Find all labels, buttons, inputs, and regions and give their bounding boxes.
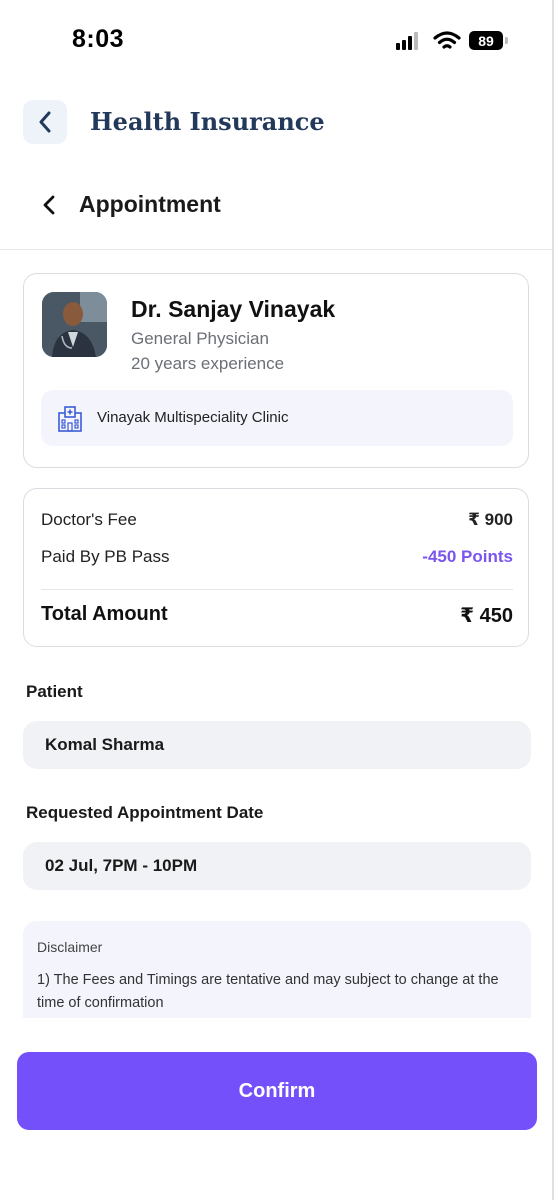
sub-header: Appointment (0, 186, 554, 226)
appointment-back-icon[interactable] (40, 194, 60, 216)
disclaimer-title: Disclaimer (37, 939, 103, 955)
header-back-button[interactable] (23, 100, 67, 144)
pb-pass-points: -450 Points (422, 547, 513, 566)
disclaimer-box: Disclaimer 1) The Fees and Timings are t… (23, 921, 531, 1018)
doctor-card: Dr. Sanjay Vinayak General Physician 20 … (23, 273, 529, 468)
header-divider (0, 249, 554, 250)
doctor-fee-value: ₹ 900 (468, 510, 513, 529)
doctor-name: Dr. Sanjay Vinayak (131, 296, 336, 322)
section-title: Appointment (79, 191, 221, 217)
wifi-icon (433, 31, 461, 49)
doctor-experience: 20 years experience (131, 354, 285, 373)
total-amount-label: Total Amount (41, 603, 168, 625)
battery-icon: 89 (469, 31, 503, 50)
status-time: 8:03 (72, 25, 125, 53)
battery-tip (505, 37, 508, 44)
status-bar: 8:03 89 (0, 0, 554, 80)
fee-divider (41, 589, 513, 590)
doctor-photo-icon (42, 292, 107, 357)
patient-field[interactable]: Komal Sharma (23, 721, 531, 769)
appointment-date-value: 02 Jul, 7PM - 10PM (45, 856, 198, 875)
total-amount-value: ₹ 450 (460, 605, 513, 627)
clinic-name: Vinayak Multispeciality Clinic (97, 409, 289, 426)
hospital-icon (58, 406, 82, 432)
app-header: Health Insurance (0, 100, 554, 146)
pb-pass-label: Paid By PB Pass (41, 547, 170, 566)
clinic-info: Vinayak Multispeciality Clinic (41, 390, 513, 446)
patient-name: Komal Sharma (45, 735, 165, 754)
cellular-signal-icon (396, 32, 422, 50)
fee-summary-card: Doctor's Fee ₹ 900 Paid By PB Pass -450 … (23, 488, 529, 647)
patient-label: Patient (26, 682, 83, 701)
doctor-fee-label: Doctor's Fee (41, 510, 137, 529)
appointment-date-field[interactable]: 02 Jul, 7PM - 10PM (23, 842, 531, 890)
chevron-left-icon (39, 111, 51, 133)
disclaimer-text: 1) The Fees and Timings are tentative an… (37, 972, 499, 1011)
appointment-date-label: Requested Appointment Date (26, 803, 264, 822)
doctor-avatar (42, 292, 107, 357)
doctor-specialty: General Physician (131, 329, 269, 348)
confirm-button[interactable]: Confirm (17, 1052, 537, 1130)
page-title: Health Insurance (90, 107, 325, 136)
